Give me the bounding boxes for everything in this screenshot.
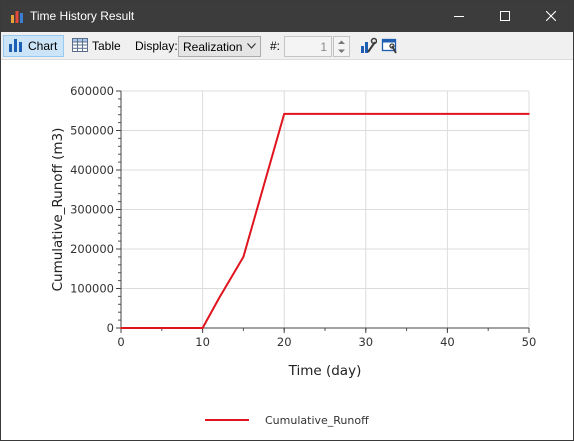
x-tick-label: 20 xyxy=(277,335,292,349)
legend-label: Cumulative_Runoff xyxy=(265,414,369,427)
close-button[interactable] xyxy=(528,1,574,32)
table-view-label: Table xyxy=(92,39,121,53)
toolbar: Chart Table Display: Realization #: 1 xyxy=(1,32,573,60)
time-history-window: Time History Result Chart Table Display:… xyxy=(0,0,574,441)
spin-up-icon[interactable] xyxy=(334,38,349,47)
line-chart: 0 100000 200000 300000 400000 500000 600000 0 10… xyxy=(50,84,537,427)
series-point xyxy=(242,256,245,258)
chart-style-button[interactable] xyxy=(359,37,378,55)
close-icon xyxy=(546,11,556,21)
series-point xyxy=(528,113,530,115)
y-tick-label: 200000 xyxy=(70,242,114,256)
title-bar[interactable]: Time History Result xyxy=(1,1,573,32)
display-label: Display: xyxy=(135,39,178,53)
y-tick-label: 600000 xyxy=(70,84,114,98)
window-title: Time History Result xyxy=(30,9,135,23)
y-axis-title: Cumulative_Runoff (m3) xyxy=(50,128,66,292)
table-icon xyxy=(72,37,88,55)
bar-chart-icon xyxy=(8,38,24,55)
series-point xyxy=(120,327,122,329)
series-point xyxy=(218,297,220,300)
y-tick-label: 500000 xyxy=(70,124,114,138)
series-point xyxy=(283,113,286,115)
spin-down-icon[interactable] xyxy=(334,47,349,56)
display-select[interactable]: Realization xyxy=(178,36,261,57)
chart-properties-button[interactable] xyxy=(381,37,399,55)
chevron-down-icon xyxy=(247,43,256,49)
bar-chart-app-icon xyxy=(10,9,24,23)
properties-icon xyxy=(381,38,397,54)
chart-panel: 0 100000 200000 300000 400000 500000 600000 0 10… xyxy=(1,61,573,440)
x-tick-label: 50 xyxy=(522,335,537,349)
chart-view-button[interactable]: Chart xyxy=(3,35,64,57)
series-line-cumulative-runoff xyxy=(121,112,529,329)
maximize-icon xyxy=(500,11,510,21)
y-tick-label: 400000 xyxy=(70,163,114,177)
x-tick-label: 10 xyxy=(195,335,210,349)
table-view-button[interactable]: Table xyxy=(67,35,121,57)
realization-number-label: #: xyxy=(270,39,281,53)
x-axis-title: Time (day) xyxy=(288,363,362,379)
x-tick-label: 0 xyxy=(117,335,124,349)
y-tick-label: 0 xyxy=(107,321,114,335)
minimize-icon xyxy=(454,16,464,17)
series-point xyxy=(201,327,204,329)
minimize-button[interactable] xyxy=(436,1,482,32)
x-tick-label: 40 xyxy=(440,335,455,349)
y-tick-label: 300000 xyxy=(70,203,114,217)
realization-number-input[interactable]: 1 xyxy=(284,36,332,57)
wrench-chart-icon xyxy=(361,37,378,53)
y-tick-label: 100000 xyxy=(70,282,114,296)
x-tick-label: 30 xyxy=(358,335,373,349)
maximize-button[interactable] xyxy=(482,1,528,32)
display-select-value: Realization xyxy=(183,40,243,54)
chart-view-label: Chart xyxy=(28,39,58,53)
realization-spinner[interactable] xyxy=(333,36,350,57)
